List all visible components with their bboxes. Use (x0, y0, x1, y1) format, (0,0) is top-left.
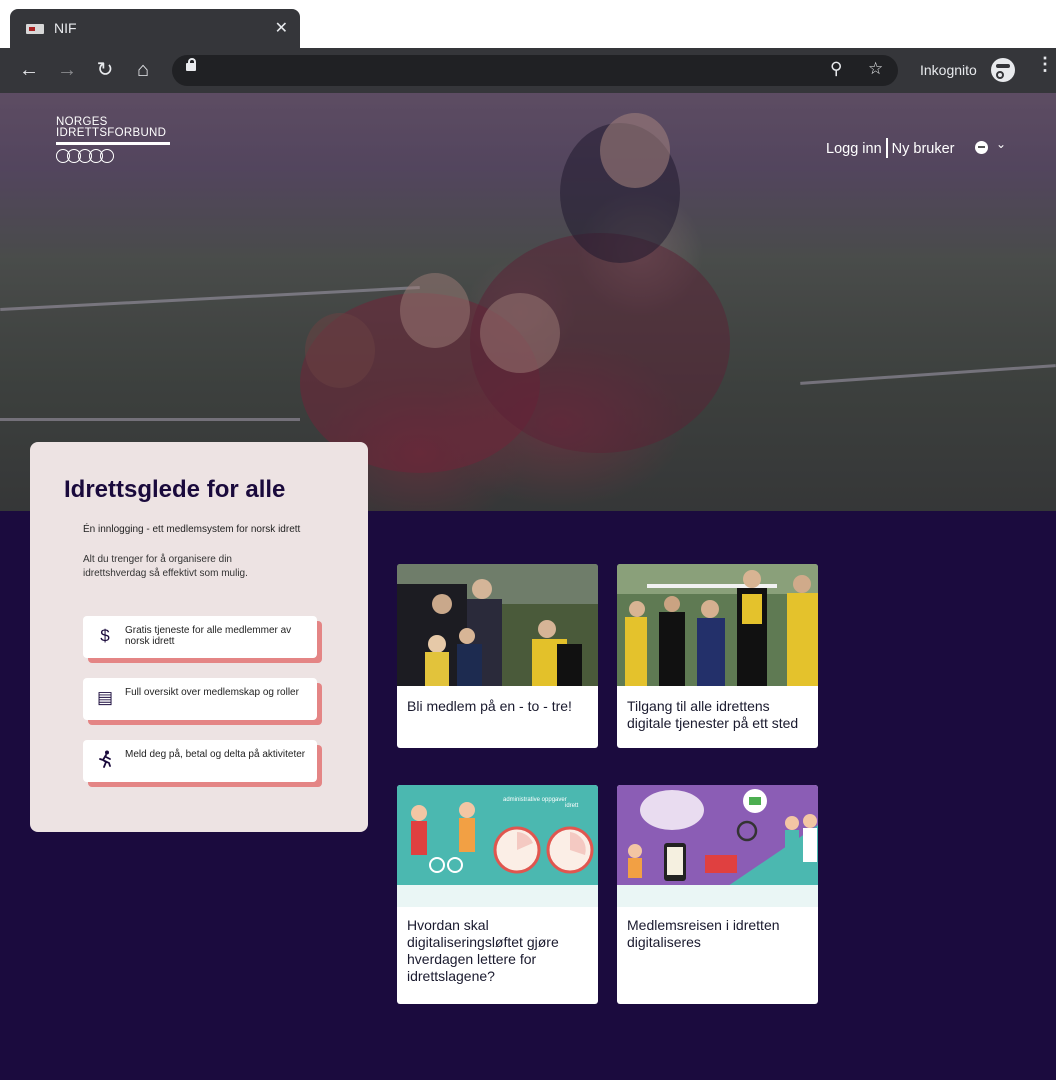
runner-icon (95, 750, 115, 773)
feature-text: Gratis tjeneste for alle medlemmer av no… (125, 625, 292, 647)
browser-tabstrip: NIF ✕ (0, 0, 1056, 48)
incognito-icon[interactable] (991, 58, 1015, 82)
lock-icon[interactable] (186, 58, 196, 71)
feature-activities[interactable]: Meld deg på, betal og delta på aktivitet… (83, 740, 317, 782)
intro-description: Alt du trenger for å organisere din idre… (83, 554, 248, 579)
feature-free-service[interactable]: $ Gratis tjeneste for alle medlemmer av … (83, 616, 317, 658)
incognito-label: Inkognito (920, 62, 977, 78)
language-globe-icon[interactable] (975, 141, 988, 154)
monitor-list-icon: ▤ (96, 688, 114, 707)
browser-toolbar: ← → ↻ ⌂ ⚲ ☆ Inkognito ⋮ (0, 48, 1056, 93)
card-image (617, 785, 818, 907)
page-title: Idrettsglede for alle (64, 476, 286, 503)
feature-text: Full oversikt over medlemskap og roller (125, 687, 299, 698)
browser-menu-icon[interactable]: ⋮ (1036, 55, 1054, 73)
card-image-heading: idrett (565, 803, 579, 809)
feature-membership-overview[interactable]: ▤ Full oversikt over medlemskap og rolle… (83, 678, 317, 720)
nif-favicon-icon (26, 24, 44, 34)
reload-icon[interactable]: ↻ (92, 57, 118, 83)
news-card[interactable]: Bli medlem på en - to - tre! (397, 564, 598, 748)
card-title: Tilgang til alle idrettens digitale tjen… (627, 698, 799, 731)
logo-text-line: IDRETTSFORBUND (56, 127, 167, 139)
feature-text: Meld deg på, betal og delta på aktivitet… (125, 749, 306, 760)
nif-logo[interactable]: NORGES IDRETTSFORBUND (56, 116, 170, 163)
intro-subtitle: Én innlogging - ett medlemsystem for nor… (83, 524, 301, 535)
logo-bar (56, 142, 170, 145)
forward-icon[interactable]: → (54, 57, 80, 83)
auth-links: Logg inn Ny bruker (826, 138, 955, 158)
card-image: administrative oppgaver idrett (397, 785, 598, 907)
tab-title: NIF (54, 20, 77, 36)
chevron-down-icon[interactable]: ⌄ (996, 137, 1006, 151)
olympic-rings-icon (56, 149, 170, 163)
bookmark-star-icon[interactable]: ☆ (868, 59, 883, 79)
card-image (397, 564, 598, 686)
register-link[interactable]: Ny bruker (892, 141, 955, 157)
home-icon[interactable]: ⌂ (130, 57, 156, 83)
card-title: Hvordan skal digitaliseringsløftet gjøre… (407, 917, 559, 984)
news-card[interactable]: administrative oppgaver idrett Hvordan s… (397, 785, 598, 1004)
news-card[interactable]: Medlemsreisen i idretten digitaliseres (617, 785, 818, 1004)
intro-card: Idrettsglede for alle Én innlogging - et… (30, 442, 368, 832)
dollar-icon: $ (100, 626, 110, 645)
card-image-heading: administrative oppgaver (503, 797, 567, 803)
back-icon[interactable]: ← (16, 57, 42, 83)
address-bar[interactable]: ⚲ ☆ (172, 55, 898, 86)
card-image (617, 564, 818, 686)
zoom-icon[interactable]: ⚲ (830, 59, 842, 79)
card-title: Bli medlem på en - to - tre! (407, 698, 572, 714)
auth-divider (885, 138, 888, 158)
login-link[interactable]: Logg inn (826, 141, 882, 157)
news-card[interactable]: Tilgang til alle idrettens digitale tjen… (617, 564, 818, 748)
close-tab-icon[interactable]: ✕ (275, 18, 288, 38)
browser-tab[interactable]: NIF ✕ (10, 9, 300, 48)
card-title: Medlemsreisen i idretten digitaliseres (627, 917, 780, 950)
